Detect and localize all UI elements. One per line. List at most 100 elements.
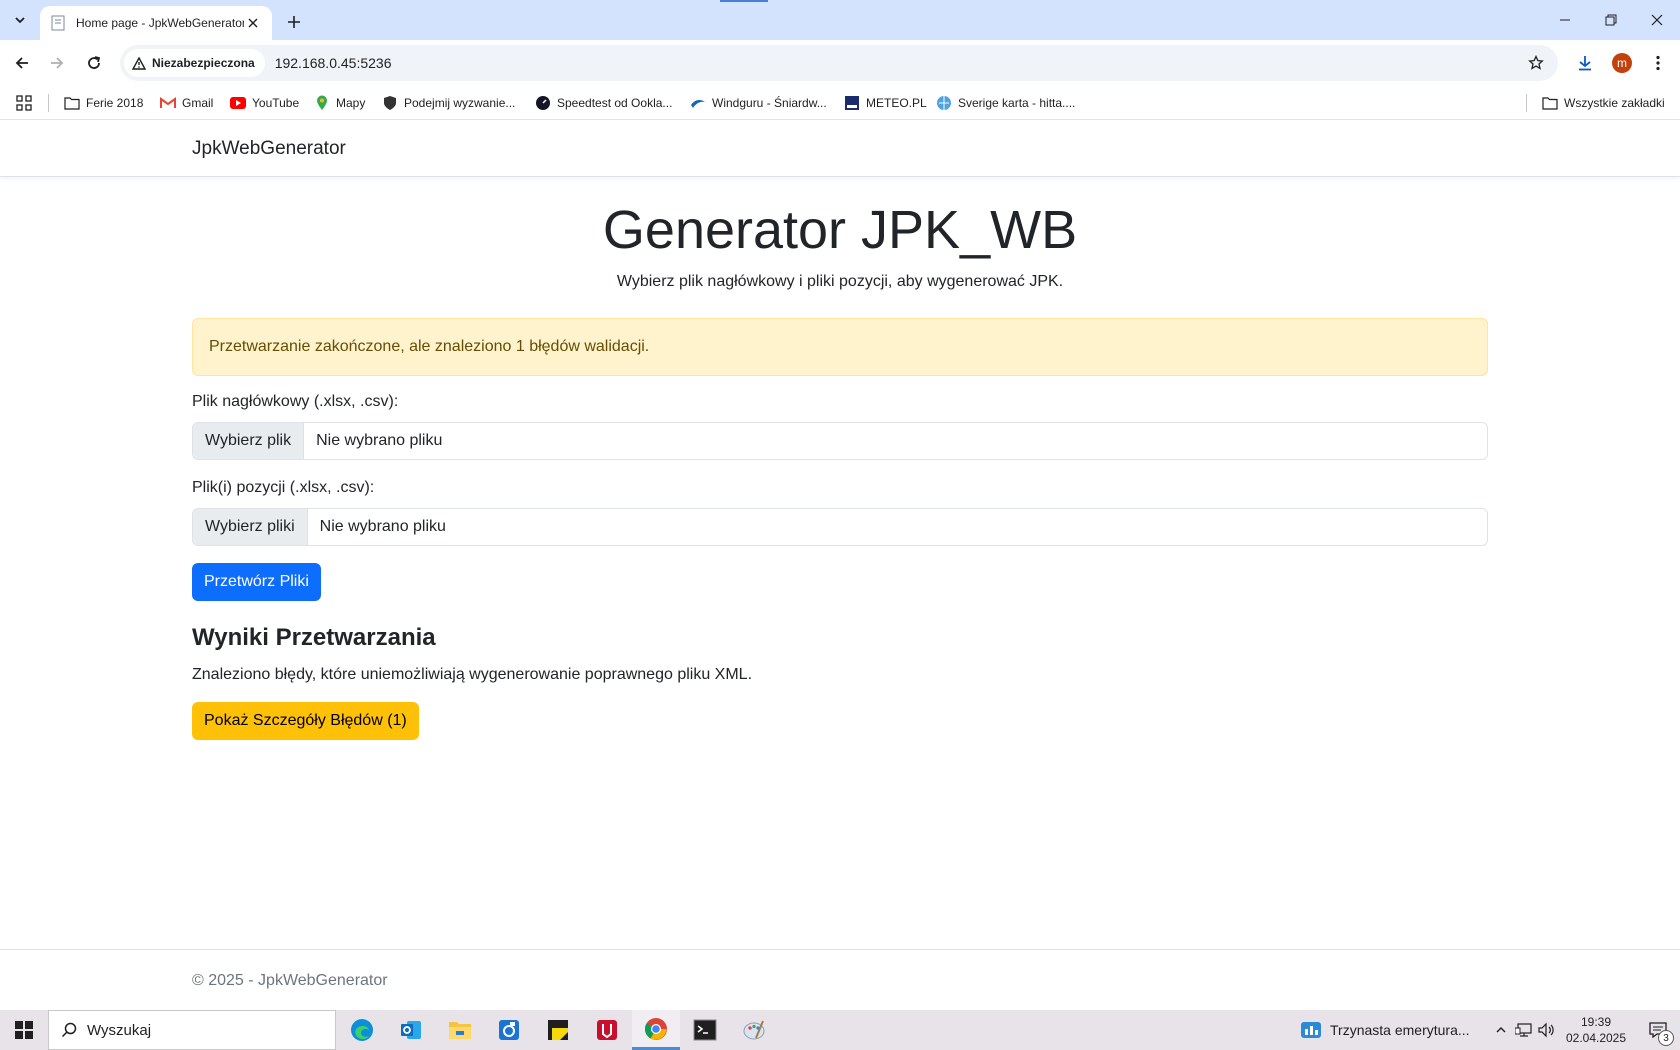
- bookmarks-bar: Ferie 2018 Gmail YouTube Mapy Podejmij w…: [0, 86, 1680, 120]
- windows-taskbar: Wyszukaj Trzynasta emerytura... 19:39 02…: [0, 1010, 1680, 1050]
- position-files-status: Nie wybrano pliku: [319, 518, 446, 535]
- taskbar-search-box[interactable]: Wyszukaj: [48, 1010, 336, 1050]
- tab-title: Home page - JpkWebGenerator: [76, 16, 244, 30]
- window-accent-line: [720, 0, 768, 2]
- taskbar-outlook[interactable]: [387, 1010, 435, 1050]
- page-title: Generator JPK_WB: [602, 200, 1078, 260]
- start-button[interactable]: [0, 1010, 48, 1050]
- tab-search-button[interactable]: [6, 6, 34, 34]
- bookmark-label: Speedtest od Ookla...: [557, 96, 673, 110]
- news-text: Trzynasta emerytura...: [1330, 1022, 1470, 1038]
- chevron-up-icon: [1496, 1027, 1506, 1033]
- bookmark-label: YouTube: [252, 96, 300, 110]
- browser-menu-button[interactable]: [1643, 48, 1673, 78]
- position-files-label: Plik(i) pozycji (.xlsx, .csv):: [192, 479, 375, 496]
- bookmark-label: Sverige karta - hitta....: [958, 96, 1076, 110]
- network-icon: [1515, 1023, 1532, 1037]
- close-window-button[interactable]: [1634, 0, 1680, 40]
- choose-position-files-button[interactable]: Wybierz pliki: [193, 509, 308, 545]
- taskbar-news-widget[interactable]: Trzynasta emerytura...: [1300, 1010, 1470, 1050]
- process-files-button[interactable]: Przetwórz Pliki: [192, 563, 321, 601]
- maps-pin-icon: [314, 95, 330, 111]
- header-file-label: Plik nagłówkowy (.xlsx, .csv):: [192, 393, 399, 410]
- bookmark-youtube[interactable]: YouTube: [230, 92, 299, 114]
- search-icon: [61, 1022, 77, 1038]
- clock-date: 02.04.2025: [1565, 1031, 1627, 1045]
- more-vertical-icon: [1656, 55, 1660, 71]
- header-file-input[interactable]: Wybierz plik Nie wybrano pliku: [192, 422, 1488, 460]
- results-heading: Wyniki Przetwarzania: [192, 624, 436, 651]
- red-app-icon: [597, 1020, 617, 1040]
- app-blue-icon: [499, 1020, 519, 1040]
- bookmark-gmail[interactable]: Gmail: [160, 92, 213, 114]
- apps-grid-icon: [16, 95, 32, 111]
- warning-triangle-icon: [132, 56, 146, 70]
- close-icon: [1651, 14, 1663, 26]
- terminal-icon: [693, 1019, 717, 1041]
- taskbar-sticky-notes[interactable]: [534, 1010, 582, 1050]
- bookmark-label: METEO.PL: [866, 96, 927, 110]
- downloads-button[interactable]: [1570, 48, 1600, 78]
- shield-icon: [382, 95, 398, 111]
- avatar: m: [1612, 53, 1632, 73]
- bookmark-podejmij-wyzwanie[interactable]: Podejmij wyzwanie...: [382, 92, 515, 114]
- profile-button[interactable]: m: [1607, 48, 1637, 78]
- speaker-icon: [1538, 1022, 1554, 1038]
- notification-center-button[interactable]: 3: [1636, 1010, 1680, 1050]
- taskbar-red-app[interactable]: [583, 1010, 631, 1050]
- taskbar-paint[interactable]: [730, 1010, 778, 1050]
- site-brand-link[interactable]: JpkWebGenerator: [192, 138, 346, 160]
- taskbar-edge[interactable]: [338, 1010, 386, 1050]
- bookmarks-divider: [48, 94, 49, 112]
- notification-count-badge: 3: [1658, 1030, 1674, 1046]
- taskbar-file-explorer[interactable]: [436, 1010, 484, 1050]
- forward-button[interactable]: [42, 48, 72, 78]
- outlook-icon: [401, 1021, 421, 1039]
- bookmark-windguru[interactable]: Windguru - Śniardw...: [690, 92, 827, 114]
- browser-toolbar: Niezabezpieczona 192.168.0.45:5236 m: [0, 40, 1680, 86]
- bookmark-ferie-2018[interactable]: Ferie 2018: [64, 92, 143, 114]
- bookmark-star-icon[interactable]: [1526, 53, 1546, 73]
- meteo-icon: [844, 95, 860, 111]
- site-security-chip[interactable]: Niezabezpieczona: [124, 49, 265, 77]
- bookmark-speedtest[interactable]: Speedtest od Ookla...: [535, 92, 672, 114]
- globe-icon: [936, 95, 952, 111]
- network-tray-button[interactable]: [1514, 1020, 1534, 1040]
- position-files-input[interactable]: Wybierz pliki Nie wybrano pliku: [192, 508, 1488, 546]
- arrow-left-icon: [15, 57, 28, 69]
- all-bookmarks-label: Wszystkie zakładki: [1564, 96, 1665, 110]
- bookmark-label: Gmail: [182, 96, 214, 110]
- news-chart-icon: [1301, 1022, 1321, 1038]
- sticky-notes-icon: [548, 1020, 568, 1040]
- all-bookmarks-button[interactable]: Wszystkie zakładki: [1542, 92, 1665, 114]
- minimize-window-button[interactable]: [1542, 0, 1588, 40]
- youtube-icon: [230, 95, 246, 111]
- bookmark-mapy[interactable]: Mapy: [314, 92, 365, 114]
- taskbar-terminal[interactable]: [681, 1010, 729, 1050]
- taskbar-clock[interactable]: 19:39 02.04.2025: [1556, 1014, 1636, 1046]
- volume-tray-button[interactable]: [1537, 1020, 1557, 1040]
- chrome-icon: [645, 1017, 667, 1040]
- security-label: Niezabezpieczona: [152, 56, 255, 70]
- bookmark-label: Mapy: [336, 96, 366, 110]
- apps-button[interactable]: [16, 92, 32, 114]
- bookmark-sverige-karta[interactable]: Sverige karta - hitta....: [936, 92, 1075, 114]
- choose-header-file-button[interactable]: Wybierz plik: [193, 423, 305, 459]
- tab-close-icon[interactable]: [244, 14, 262, 32]
- browser-tab-active[interactable]: Home page - JpkWebGenerator: [40, 6, 272, 40]
- windows-logo-icon: [15, 1021, 33, 1039]
- address-bar[interactable]: Niezabezpieczona 192.168.0.45:5236: [120, 45, 1558, 81]
- show-hidden-icons-button[interactable]: [1491, 1020, 1511, 1040]
- bookmark-label: Podejmij wyzwanie...: [404, 96, 516, 110]
- show-error-details-button[interactable]: Pokaż Szczegóły Błędów (1): [192, 702, 419, 740]
- restore-icon: [1605, 14, 1617, 26]
- back-button[interactable]: [7, 48, 37, 78]
- restore-window-button[interactable]: [1588, 0, 1634, 40]
- new-tab-button[interactable]: [280, 8, 308, 36]
- bookmark-meteo[interactable]: METEO.PL: [844, 92, 927, 114]
- url-text[interactable]: 192.168.0.45:5236: [275, 55, 392, 71]
- paint-palette-icon: [743, 1020, 765, 1040]
- taskbar-chrome[interactable]: [632, 1010, 680, 1050]
- reload-button[interactable]: [79, 48, 109, 78]
- taskbar-app-blue[interactable]: [485, 1010, 533, 1050]
